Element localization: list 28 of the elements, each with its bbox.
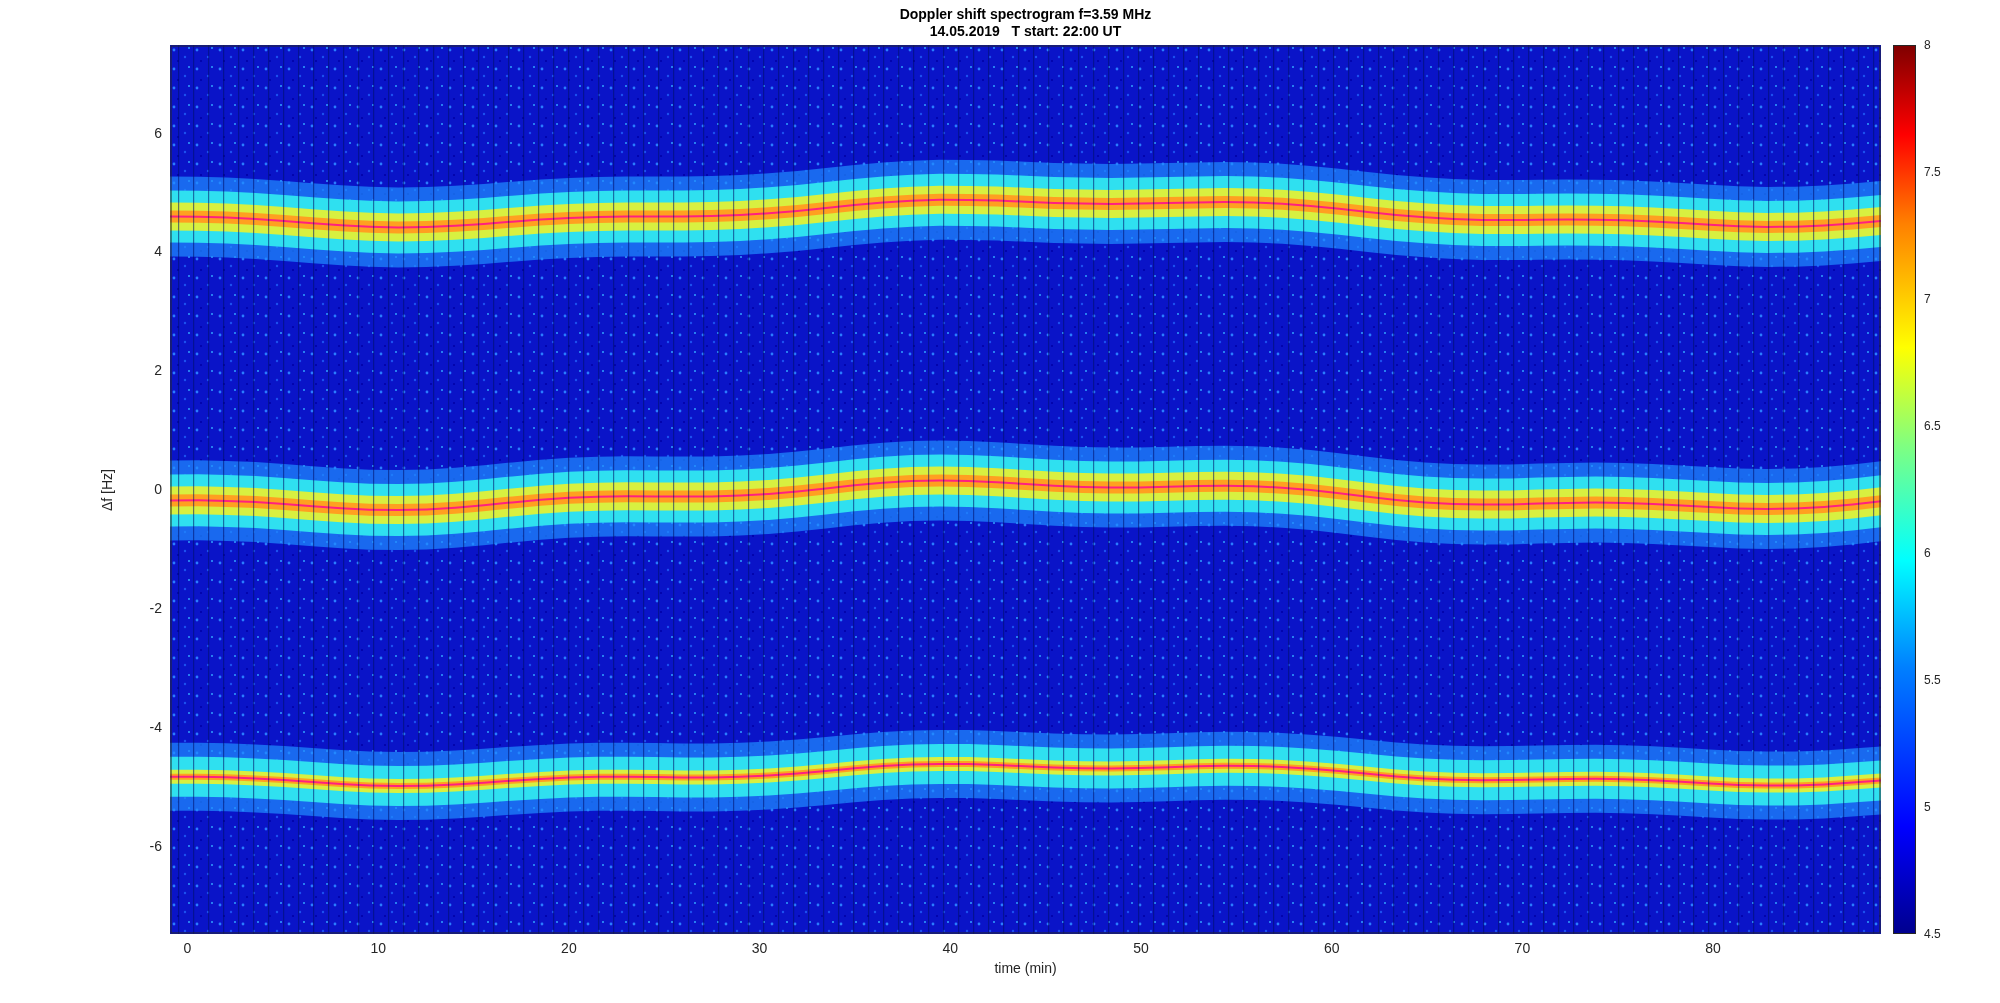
y-tick-label: 2	[154, 362, 162, 379]
chart-subtitle: 14.05.2019 T start: 22:00 UT	[929, 22, 1122, 40]
x-tick-label: 70	[1513, 940, 1532, 956]
colorbar-tick-label: 6.5	[1924, 419, 1941, 433]
y-tick-label: -4	[149, 718, 162, 735]
y-axis-label: Δf [Hz]	[99, 468, 115, 511]
x-tick-label: 10	[369, 940, 387, 956]
colorbar-tick-label: 7	[1924, 292, 1931, 306]
colorbar-tick-label: 6	[1924, 546, 1931, 560]
y-tick-label: -2	[149, 600, 162, 616]
x-tick-label: 60	[1322, 940, 1341, 956]
colorbar-tick-label: 7.5	[1924, 165, 1941, 179]
chart-title: Doppler shift spectrogram f=3.59 MHz	[899, 5, 1152, 23]
x-axis-label: time (min)	[993, 960, 1058, 976]
x-tick-label: 80	[1704, 940, 1722, 956]
x-tick-label: 0	[182, 940, 193, 956]
y-tick-label: 0	[154, 481, 162, 498]
y-tick-label: 6	[154, 124, 162, 141]
x-tick-label: 30	[750, 940, 769, 956]
y-tick-label: -6	[149, 837, 162, 854]
x-tick-label: 50	[1132, 940, 1150, 956]
y-tick-label: 4	[154, 243, 162, 260]
colorbar-tick-label: 4.5	[1924, 927, 1941, 941]
x-tick-label: 40	[941, 940, 960, 956]
colorbar-tick-label: 5.5	[1924, 673, 1941, 687]
colorbar-tick-label: 5	[1924, 800, 1931, 814]
colorbar-tick-label: 8	[1924, 38, 1931, 52]
x-tick-label: 20	[560, 940, 578, 956]
